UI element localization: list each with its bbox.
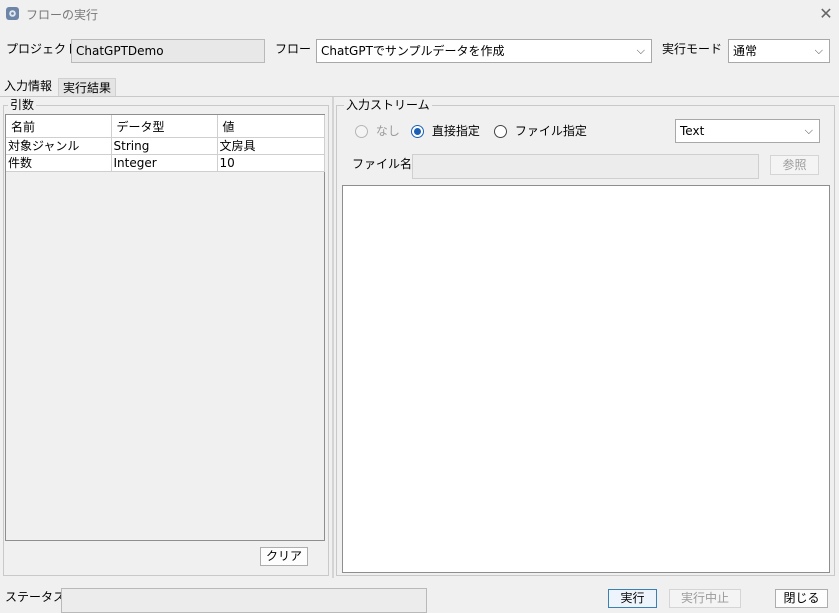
- chevron-down-icon: ⌵: [814, 44, 823, 57]
- status-field: [61, 588, 427, 613]
- radio-none-icon: [355, 125, 368, 138]
- status-label: ステータス: [5, 590, 66, 604]
- title-bar: [0, 0, 839, 28]
- table-row[interactable]: 件数 Integer 10: [6, 154, 325, 172]
- window-title: フローの実行: [26, 8, 99, 22]
- tab-input-info[interactable]: 入力情報: [0, 77, 57, 95]
- project-field: ChatGPTDemo: [71, 39, 265, 63]
- stop-button[interactable]: 実行中止: [669, 589, 741, 608]
- args-group-title: 引数: [8, 98, 37, 112]
- browse-button[interactable]: 参照: [770, 155, 819, 175]
- stream-type-select[interactable]: Text ⌵: [675, 119, 820, 143]
- mode-select[interactable]: 通常 ⌵: [728, 39, 830, 63]
- radio-file-label: ファイル指定: [514, 124, 587, 138]
- close-icon[interactable]: ✕: [816, 4, 836, 24]
- radio-direct[interactable]: 直接指定: [411, 122, 480, 138]
- mode-select-value: 通常: [733, 44, 758, 58]
- flow-select[interactable]: ChatGPTでサンプルデータを作成 ⌵: [316, 39, 652, 63]
- cell-type[interactable]: Integer: [111, 154, 218, 172]
- flow-label: フロー: [275, 42, 312, 56]
- stream-text-area[interactable]: [342, 185, 830, 573]
- file-name-field[interactable]: [412, 154, 759, 179]
- cell-name[interactable]: 対象ジャンル: [6, 137, 112, 155]
- cell-name[interactable]: 件数: [6, 154, 112, 172]
- column-header-value[interactable]: 値: [217, 115, 325, 138]
- column-header-name[interactable]: 名前: [6, 115, 112, 138]
- cell-value[interactable]: 10: [217, 154, 325, 172]
- flow-select-value: ChatGPTでサンプルデータを作成: [321, 44, 505, 58]
- chevron-down-icon: ⌵: [804, 124, 813, 137]
- radio-file[interactable]: ファイル指定: [494, 122, 587, 138]
- radio-none-label: なし: [375, 124, 400, 138]
- close-button[interactable]: 閉じる: [775, 589, 828, 608]
- project-label: プロジェクト: [6, 42, 79, 56]
- radio-none[interactable]: なし: [355, 122, 400, 138]
- column-header-type[interactable]: データ型: [111, 115, 218, 138]
- app-icon: [6, 7, 19, 20]
- tab-divider: [0, 96, 839, 97]
- cell-value[interactable]: 文房具: [217, 137, 325, 155]
- file-name-label: ファイル名: [352, 157, 413, 171]
- radio-direct-label: 直接指定: [431, 124, 480, 138]
- cell-type[interactable]: String: [111, 137, 218, 155]
- table-row[interactable]: 対象ジャンル String 文房具: [6, 137, 325, 155]
- radio-unselected-icon: [494, 125, 507, 138]
- stream-type-value: Text: [680, 124, 705, 138]
- args-table: 名前 データ型 値 対象ジャンル String 文房具 件数 Integer 1…: [5, 114, 325, 541]
- clear-button[interactable]: クリア: [260, 547, 308, 566]
- run-button[interactable]: 実行: [608, 589, 657, 608]
- mode-label: 実行モード: [662, 42, 723, 56]
- radio-selected-icon: [411, 125, 424, 138]
- tab-results[interactable]: 実行結果: [58, 78, 117, 96]
- stream-group-title: 入力ストリーム: [344, 98, 432, 112]
- splitter-handle[interactable]: [332, 97, 334, 578]
- chevron-down-icon: ⌵: [636, 44, 645, 57]
